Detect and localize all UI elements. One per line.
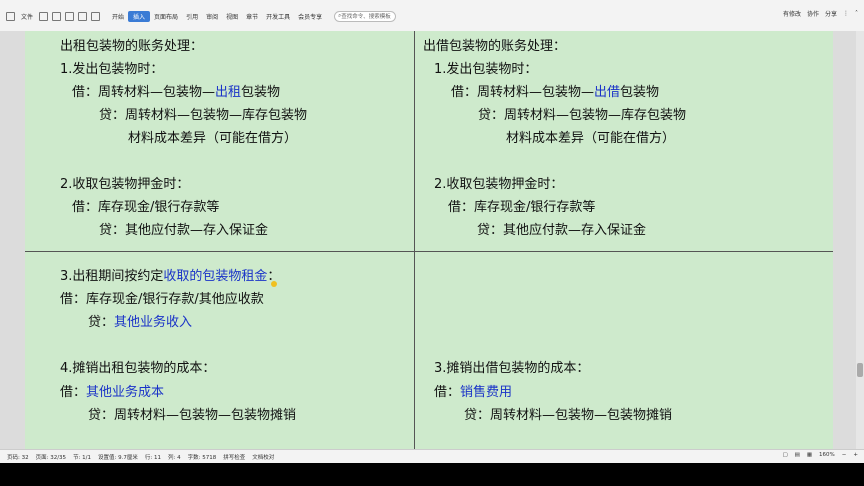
web-view-icon[interactable]: ▦ xyxy=(807,452,812,458)
q3-credit-line: 贷：其他业务收入 xyxy=(88,315,192,331)
q3-step4-debit-line: 借：其他业务成本 xyxy=(60,385,164,401)
q3-credit-prefix: 贷： xyxy=(88,315,115,330)
q3-step4-credit: 贷：周转材料—包装物—包装物摊销 xyxy=(88,408,297,423)
preview-icon[interactable] xyxy=(65,11,75,21)
q2-credit2: 材料成本差异（可能在借方） xyxy=(506,131,676,146)
mouse-cursor-indicator xyxy=(271,281,277,287)
scroll-thumb[interactable] xyxy=(857,363,863,377)
modified-status[interactable]: 有修改 xyxy=(783,9,801,18)
spell-check-button[interactable]: 拼写检查 xyxy=(223,453,245,461)
q1-credit2: 材料成本差异（可能在借方） xyxy=(128,131,298,146)
q1-step1: 1.发出包装物时： xyxy=(60,62,164,77)
tab-home[interactable]: 开始 xyxy=(108,12,128,21)
q1-debit-highlight: 出租 xyxy=(215,85,242,100)
q2-credit1: 贷：周转材料—包装物—库存包装物 xyxy=(478,108,687,123)
share-button[interactable]: 分享 xyxy=(825,9,837,18)
q3-step3-prefix: 3.出租期间按约定 xyxy=(60,269,164,284)
save-icon[interactable] xyxy=(39,11,49,21)
q1-title: 出租包装物的账务处理： xyxy=(60,39,204,54)
q1-step2-credit: 贷：其他应付款—存入保证金 xyxy=(99,223,269,238)
status-row: 行: 11 xyxy=(144,455,161,461)
ribbon-toolbar: 文件 开始 插入 页面布局 引用 审阅 视图 章节 开发工具 会员专享 ⌕ 查找… xyxy=(0,0,864,32)
q1-step2: 2.收取包装物押金时： xyxy=(60,177,190,192)
right-tools: 有修改 协作 分享 ⋮ ˄ xyxy=(777,9,858,18)
status-pages[interactable]: 页面: 32/35 xyxy=(36,453,66,461)
status-words[interactable]: 字数: 5718 xyxy=(188,453,217,461)
q2-debit-suffix: 包装物 xyxy=(620,85,660,100)
proofread-button[interactable]: 文档校对 xyxy=(252,453,274,461)
q2-debit-line: 借：周转材料—包装物—出借包装物 xyxy=(451,85,659,101)
q2-step2: 2.收取包装物押金时： xyxy=(434,177,564,192)
table-vertical-divider xyxy=(414,31,415,449)
undo-icon[interactable] xyxy=(78,11,88,21)
table-horizontal-divider xyxy=(25,251,833,252)
page-view-icon[interactable]: ▤ xyxy=(795,452,800,458)
tab-review[interactable]: 审阅 xyxy=(202,12,222,21)
q2-step2-debit: 借：库存现金/银行存款等 xyxy=(448,200,596,215)
status-page: 页码: 32 xyxy=(7,455,29,461)
zoom-level[interactable]: 160% xyxy=(819,452,835,458)
tab-layout[interactable]: 页面布局 xyxy=(150,12,182,21)
q1-debit-suffix: 包装物 xyxy=(241,85,281,100)
redo-icon[interactable] xyxy=(91,11,101,21)
q3-credit-highlight: 其他业务收入 xyxy=(114,315,193,330)
q4-step3: 3.摊销出借包装物的成本： xyxy=(434,361,590,376)
q2-debit-prefix: 借：周转材料—包装物— xyxy=(451,85,595,100)
q2-step2-credit: 贷：其他应付款—存入保证金 xyxy=(477,223,647,238)
q3-step3-highlight: 收取的包装物租金 xyxy=(163,269,268,284)
q2-debit-highlight: 出借 xyxy=(594,85,621,100)
q4-debit-highlight: 销售费用 xyxy=(460,385,513,400)
q3-step4-debit-prefix: 借： xyxy=(60,385,87,400)
tab-section[interactable]: 章节 xyxy=(242,12,262,21)
search-placeholder: 查找命令、搜索模板 xyxy=(341,14,391,20)
tab-developer[interactable]: 开发工具 xyxy=(262,12,294,21)
status-bar: 页码: 32 页面: 32/35 节: 1/1 设置值: 9.7厘米 行: 11… xyxy=(0,449,864,464)
taskbar-area xyxy=(0,463,864,486)
q4-debit-line: 借：销售费用 xyxy=(434,385,512,401)
status-setting: 设置值: 9.7厘米 xyxy=(98,455,138,461)
collaborate-button[interactable]: 协作 xyxy=(807,9,819,18)
menu-row: 文件 开始 插入 页面布局 引用 审阅 视图 章节 开发工具 会员专享 ⌕ 查找… xyxy=(0,9,397,23)
zoom-out-icon[interactable]: − xyxy=(842,452,847,458)
tab-reference[interactable]: 引用 xyxy=(182,12,202,21)
q2-title: 出借包装物的账务处理： xyxy=(423,39,567,54)
q2-step1: 1.发出包装物时： xyxy=(434,62,538,77)
left-margin xyxy=(0,31,25,449)
q3-debit: 借：库存现金/银行存款/其他应收款 xyxy=(60,292,264,307)
command-search-input[interactable]: ⌕ 查找命令、搜索模板 xyxy=(334,10,397,22)
status-right: ▢ ▤ ▦ 160% − + xyxy=(775,452,858,458)
q1-credit1: 贷：周转材料—包装物—库存包装物 xyxy=(99,108,308,123)
q1-step2-debit: 借：库存现金/银行存款等 xyxy=(72,200,220,215)
zoom-in-icon[interactable]: + xyxy=(853,452,858,458)
status-col: 列: 4 xyxy=(167,455,181,461)
tab-view[interactable]: 视图 xyxy=(222,12,242,21)
collapse-icon[interactable]: ˄ xyxy=(855,10,858,17)
q3-step4-debit-highlight: 其他业务成本 xyxy=(86,385,165,400)
more-icon[interactable]: ⋮ xyxy=(843,10,849,17)
status-section: 节: 1/1 xyxy=(73,455,92,461)
print-icon[interactable] xyxy=(52,11,62,21)
q4-debit-prefix: 借： xyxy=(434,385,461,400)
vertical-scrollbar[interactable] xyxy=(856,31,864,449)
view-mode-icon[interactable]: ▢ xyxy=(782,452,787,458)
q3-step3-line: 3.出租期间按约定收取的包装物租金： xyxy=(60,269,280,285)
tab-member[interactable]: 会员专享 xyxy=(294,12,326,21)
q4-credit: 贷：周转材料—包装物—包装物摊销 xyxy=(464,408,673,423)
q1-debit-line: 借：周转材料—包装物—出租包装物 xyxy=(72,85,280,101)
menu-icon[interactable] xyxy=(6,11,15,21)
file-menu[interactable]: 文件 xyxy=(17,12,37,21)
tab-insert[interactable]: 插入 xyxy=(128,10,151,22)
q3-step4: 4.摊销出租包装物的成本： xyxy=(60,361,216,376)
q1-debit-prefix: 借：周转材料—包装物— xyxy=(72,85,216,100)
